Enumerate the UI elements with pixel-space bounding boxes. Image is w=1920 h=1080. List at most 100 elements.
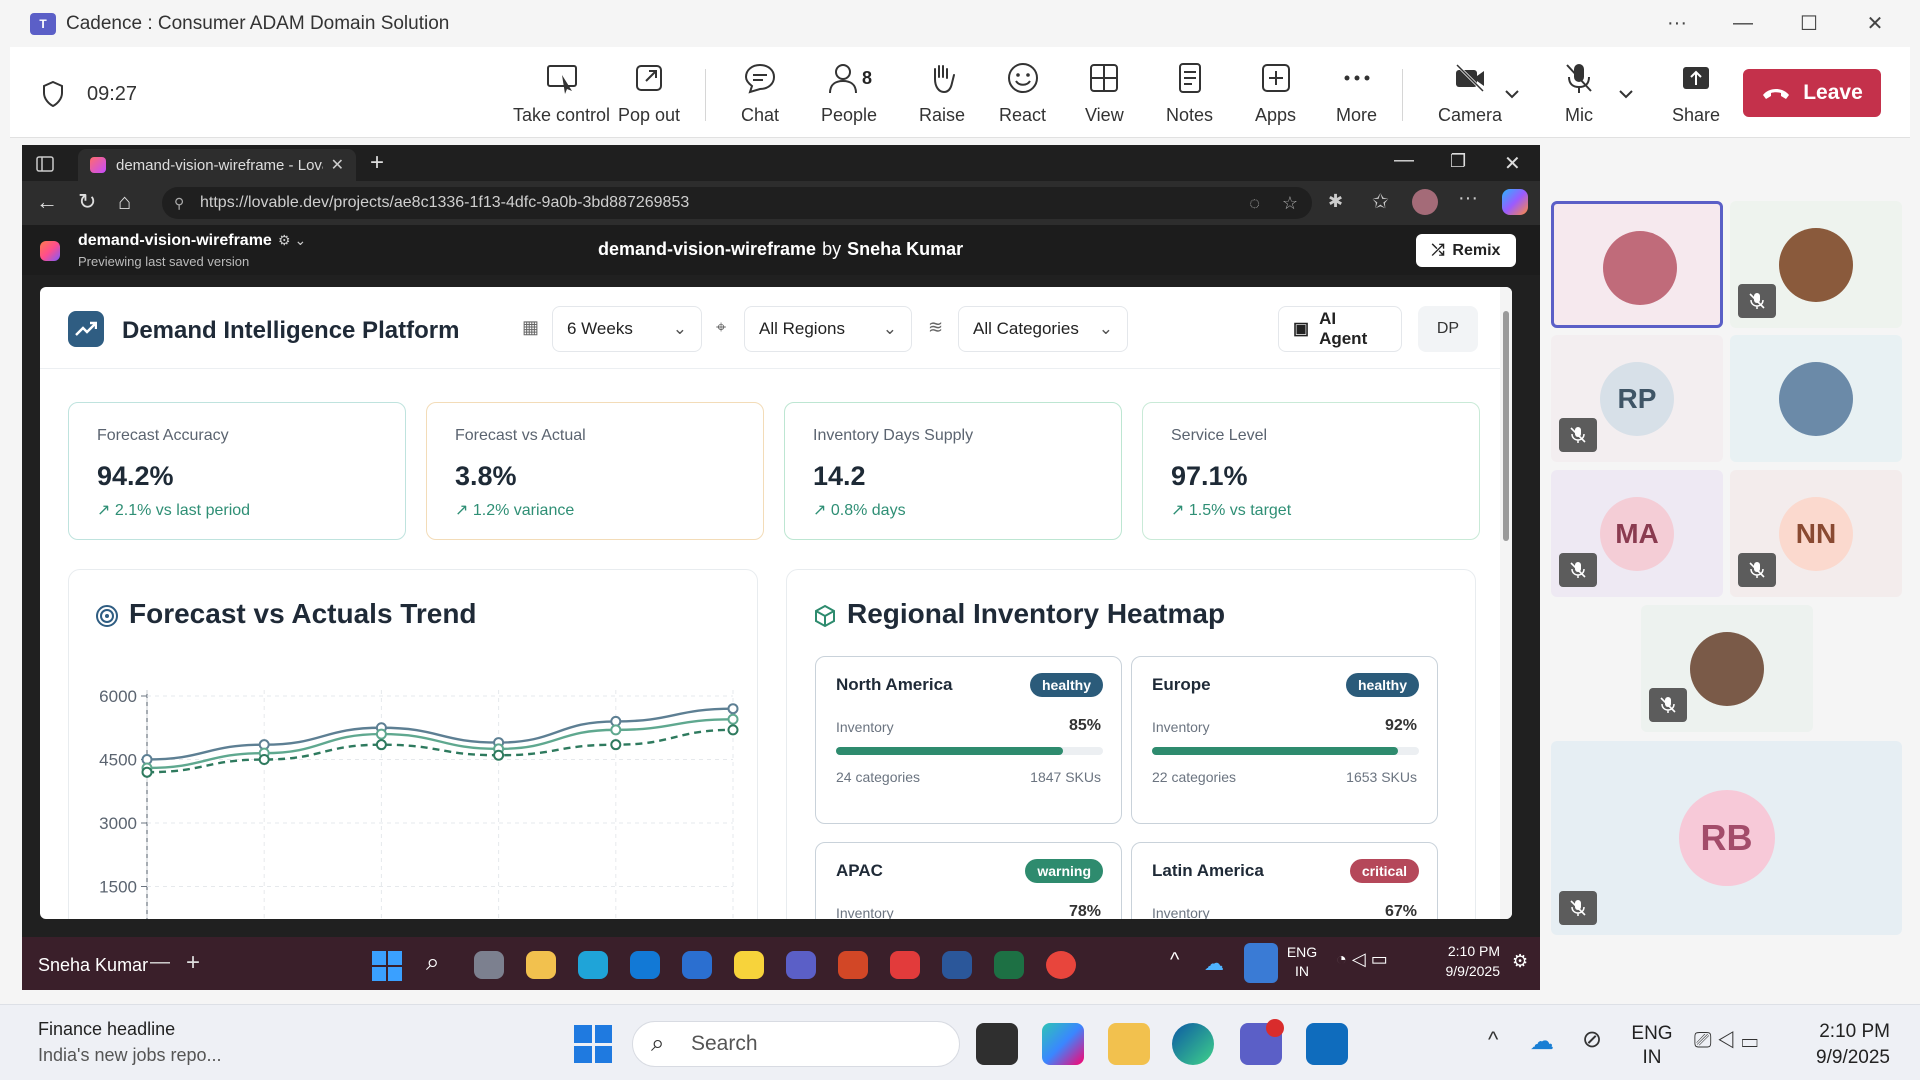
- outlook-icon[interactable]: [1306, 1023, 1348, 1065]
- project-dropdown-icon[interactable]: ⚙ ⌄: [278, 232, 306, 249]
- word-icon[interactable]: [942, 951, 972, 979]
- notification-icon[interactable]: ⚙: [1512, 951, 1528, 972]
- participant-tile[interactable]: NN: [1730, 470, 1902, 597]
- y-tick-label: 3000: [99, 814, 137, 833]
- share-button[interactable]: Share: [1672, 61, 1720, 131]
- task-view-icon[interactable]: [474, 951, 504, 979]
- app-title: Demand Intelligence Platform: [122, 317, 460, 344]
- raise-hand-button[interactable]: Raise: [919, 61, 965, 131]
- people-button[interactable]: 8 People: [821, 61, 877, 131]
- onedrive-icon[interactable]: ☁: [1530, 1027, 1554, 1056]
- m365-icon[interactable]: [1042, 1023, 1084, 1065]
- user-avatar-button[interactable]: DP: [1418, 306, 1478, 352]
- excel-icon[interactable]: [994, 951, 1024, 979]
- pop-out-button[interactable]: Pop out: [618, 61, 680, 131]
- view-button[interactable]: View: [1085, 61, 1124, 131]
- region-tile[interactable]: North America healthy Inventory 85% 24 categ…: [815, 656, 1122, 824]
- participant-tile[interactable]: [1730, 335, 1902, 462]
- app-scrollbar[interactable]: [1500, 287, 1512, 919]
- extensions-icon[interactable]: ✱: [1328, 191, 1343, 212]
- take-control-button[interactable]: Take control: [513, 61, 610, 131]
- edge-icon[interactable]: [1172, 1023, 1214, 1065]
- camera-button[interactable]: Camera: [1438, 61, 1502, 131]
- chat-button[interactable]: Chat: [741, 61, 779, 131]
- search-icon[interactable]: ⌕: [426, 949, 439, 977]
- remote-minimize-icon[interactable]: —: [150, 951, 170, 974]
- period-select[interactable]: 6 Weeks ⌄: [552, 306, 702, 352]
- edge-icon[interactable]: [578, 951, 608, 979]
- teams-taskbar-icon[interactable]: [786, 951, 816, 979]
- windows-start-icon[interactable]: [372, 951, 402, 981]
- wifi-volume-battery-icons[interactable]: ◔ ◁ ▭: [1336, 949, 1388, 970]
- tab-close-icon[interactable]: ✕: [331, 155, 344, 175]
- onedrive-icon[interactable]: ☁: [1204, 951, 1224, 976]
- browser-close-button[interactable]: ✕: [1504, 151, 1521, 176]
- notes-button[interactable]: Notes: [1166, 61, 1213, 131]
- start-button-icon[interactable]: [574, 1025, 612, 1063]
- favorite-star-icon[interactable]: ☆: [1282, 193, 1298, 214]
- task-view-icon[interactable]: [976, 1023, 1018, 1065]
- file-explorer-icon[interactable]: [1108, 1023, 1150, 1065]
- tray-chevron-icon[interactable]: ^: [1488, 1027, 1498, 1053]
- region-tile[interactable]: APAC warning Inventory 78%: [815, 842, 1122, 919]
- more-button[interactable]: More: [1336, 61, 1377, 131]
- sticky-notes-icon[interactable]: [734, 951, 764, 979]
- mic-muted-icon[interactable]: ⊘: [1582, 1025, 1602, 1054]
- mic-options-chevron-icon[interactable]: [1617, 85, 1635, 103]
- tray-chevron-icon[interactable]: ^: [1170, 949, 1179, 972]
- favorites-icon[interactable]: ✩: [1372, 189, 1389, 214]
- mic-active-icon[interactable]: [1244, 943, 1278, 983]
- refresh-icon[interactable]: ↻: [78, 189, 96, 215]
- remote-add-icon[interactable]: +: [186, 949, 200, 977]
- pdf-reader-icon[interactable]: [890, 951, 920, 979]
- project-name[interactable]: demand-vision-wireframe: [78, 232, 272, 250]
- back-icon[interactable]: ←: [36, 189, 58, 215]
- more-options-icon[interactable]: ···: [1644, 0, 1710, 47]
- pop-out-icon: [636, 65, 663, 91]
- scrollbar-thumb[interactable]: [1503, 311, 1509, 541]
- address-bar[interactable]: ⚲ https://lovable.dev/projects/ae8c1336-…: [162, 187, 1312, 219]
- participant-tile[interactable]: [1730, 201, 1902, 328]
- kpi-delta: ↗ 0.8% days: [813, 502, 906, 519]
- mic-button[interactable]: Mic: [1562, 61, 1596, 131]
- leave-button[interactable]: Leave: [1743, 69, 1881, 117]
- browser-restore-button[interactable]: ❐: [1450, 151, 1466, 172]
- taskbar-search-input[interactable]: ⌕ Search: [632, 1021, 960, 1067]
- close-button[interactable]: ✕: [1842, 0, 1908, 47]
- profile-avatar[interactable]: [1412, 189, 1438, 215]
- file-explorer-icon[interactable]: [526, 951, 556, 979]
- participant-tile[interactable]: [1641, 605, 1813, 732]
- chrome-icon[interactable]: [1046, 951, 1076, 979]
- powerpoint-icon[interactable]: [838, 951, 868, 979]
- outlook-icon[interactable]: [630, 951, 660, 979]
- region-tile[interactable]: Latin America critical Inventory 67%: [1131, 842, 1438, 919]
- browser-tab-active[interactable]: demand-vision-wireframe - Lovab ✕: [78, 149, 356, 181]
- remix-button[interactable]: ⤮ Remix: [1416, 234, 1516, 267]
- participant-tile[interactable]: RP: [1551, 335, 1723, 462]
- add-apps-icon: [1261, 64, 1290, 92]
- ai-agent-button[interactable]: ▣ AI Agent: [1278, 306, 1402, 352]
- minimize-button[interactable]: —: [1710, 0, 1776, 47]
- react-button[interactable]: React: [999, 61, 1046, 131]
- new-tab-icon[interactable]: +: [370, 149, 384, 177]
- home-icon[interactable]: ⌂: [118, 189, 131, 215]
- maximize-button[interactable]: ☐: [1776, 0, 1842, 47]
- store-icon[interactable]: [682, 951, 712, 979]
- news-text[interactable]: India's new jobs repo...: [38, 1045, 222, 1066]
- camera-options-chevron-icon[interactable]: [1503, 85, 1521, 103]
- reader-icon[interactable]: ◌: [1249, 193, 1260, 214]
- region-select[interactable]: All Regions ⌄: [744, 306, 912, 352]
- browser-minimize-button[interactable]: —: [1394, 149, 1414, 172]
- copilot-icon[interactable]: [1502, 189, 1528, 215]
- apps-button[interactable]: Apps: [1255, 61, 1296, 131]
- site-info-icon[interactable]: ⚲: [174, 195, 184, 212]
- participant-tile[interactable]: RB: [1551, 741, 1902, 935]
- participant-tile[interactable]: MA: [1551, 470, 1723, 597]
- browser-menu-icon[interactable]: ···: [1458, 187, 1478, 210]
- sidebar-toggle-icon[interactable]: [36, 155, 54, 173]
- network-volume-battery-icons[interactable]: ⎚ ◁ ▭: [1694, 1027, 1758, 1053]
- news-title[interactable]: Finance headline: [38, 1019, 175, 1040]
- region-tile[interactable]: Europe healthy Inventory 92% 22 categories 16…: [1131, 656, 1438, 824]
- category-select[interactable]: All Categories ⌄: [958, 306, 1128, 352]
- participant-tile[interactable]: [1551, 201, 1723, 328]
